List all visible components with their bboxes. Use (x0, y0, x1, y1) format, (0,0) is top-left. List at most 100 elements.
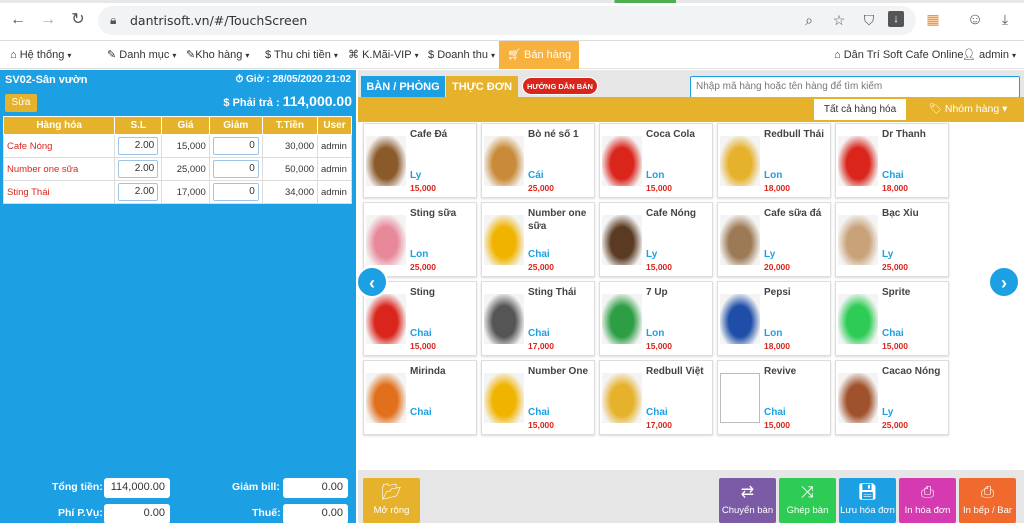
bill-discount-field[interactable]: 0.00 (283, 478, 348, 498)
printer-icon: ⎙ (981, 484, 994, 501)
qty-cell-input[interactable]: 2.00 (118, 183, 159, 201)
tab-tables[interactable]: BÀN / PHÒNG (361, 76, 445, 98)
product-unit: Ly (646, 249, 658, 260)
nav-danh-muc[interactable]: ✎ Danh mục ▾ (107, 41, 176, 69)
service-fee-field[interactable]: 0.00 (104, 504, 170, 524)
line-total-cell: 50,000 (261, 157, 319, 181)
product-image (484, 294, 524, 344)
forward-icon[interactable]: → (38, 10, 58, 30)
nav-doanh-thu[interactable]: $ Doanh thu ▾ (428, 41, 495, 69)
zoom-icon[interactable]: ⌕ (800, 12, 818, 29)
qty-cell[interactable]: 2.00 (114, 180, 163, 204)
discount-cell[interactable]: 0 (208, 180, 263, 204)
product-name: 7 Up (646, 287, 668, 298)
merge-table-button[interactable]: ⤨ Ghép bàn (779, 478, 836, 523)
product-card[interactable]: Sting Thái Chai 17,000 (481, 281, 595, 356)
product-card[interactable]: Cacao Nóng Ly 25,000 (835, 360, 949, 435)
order-row[interactable]: Sting Thái 2.00 17,000 0 34,000 admin (2, 180, 352, 204)
nav-label: Thu chi tiền (273, 49, 331, 61)
discount-cell-input[interactable]: 0 (212, 137, 259, 155)
product-card[interactable]: Sprite Chai 15,000 (835, 281, 949, 356)
product-card[interactable]: Revive Chai 15,000 (717, 360, 831, 435)
next-page-arrow-icon[interactable]: › (988, 266, 1020, 298)
product-image (602, 136, 642, 186)
product-card[interactable]: Bạc Xỉu Ly 25,000 (835, 202, 949, 277)
nav-ban-hang[interactable]: 🛒︎ Bán hàng (499, 41, 580, 69)
qty-cell-input[interactable]: 2.00 (118, 137, 159, 155)
product-card[interactable]: Redbull Việt Chai 17,000 (599, 360, 713, 435)
address-bar[interactable]: 🔒︎ dantrisoft.vn/#/TouchScreen ⌕ ☆ ⛉ ↓ (98, 6, 916, 35)
order-row[interactable]: Cafe Nóng 2.00 15,000 0 30,000 admin (2, 134, 352, 158)
download-ext-icon[interactable]: ↓ (888, 11, 904, 27)
company-name[interactable]: ⌂ Dân Trí Soft Cafe Online (834, 41, 964, 69)
move-table-button[interactable]: ⇄ Chuyển bàn (719, 478, 776, 523)
tax-field[interactable]: 0.00 (283, 504, 348, 524)
product-price: 17,000 (528, 341, 554, 351)
product-card[interactable]: Cafe Đá Ly 15,000 (363, 123, 477, 198)
product-name: Bạc Xỉu (882, 208, 919, 219)
save-order-button[interactable]: 💾︎ Lưu hóa đơn (839, 478, 896, 523)
product-grid: Cafe Đá Ly 15,000 Bò né số 1 Cái 25,000 Coca C… (358, 122, 1024, 470)
guide-badge[interactable]: HƯỚNG DẪN BÁN HÀNG (522, 77, 598, 109)
total-field[interactable]: 114,000.00 (104, 478, 170, 498)
product-image (838, 136, 878, 186)
col-header: Hàng hóa (2, 116, 116, 135)
product-card[interactable]: Dr Thanh Chai 18,000 (835, 123, 949, 198)
discount-cell-input[interactable]: 0 (212, 160, 259, 178)
discount-cell-input[interactable]: 0 (212, 183, 259, 201)
back-icon[interactable]: ← (8, 10, 28, 30)
product-card[interactable]: Number one sữa Chai 25,000 (481, 202, 595, 277)
product-price: 15,000 (646, 262, 672, 272)
expand-label: Mở rộng (373, 505, 410, 516)
amount-due-value: 114,000.00 (282, 93, 352, 109)
col-header: User (317, 116, 352, 135)
extension-icon[interactable]: ▦ (924, 11, 942, 28)
nav-kho-hang[interactable]: ✎Kho hàng ▾ (186, 41, 249, 69)
line-total-cell: 34,000 (261, 180, 319, 204)
product-card[interactable]: Coca Cola Lon 15,000 (599, 123, 713, 198)
col-header: T.Tiền (261, 116, 319, 135)
downloads-icon[interactable]: ⤓ (996, 11, 1014, 28)
lock-icon: 🔒︎ (110, 13, 117, 27)
product-card[interactable]: Cafe sữa đá Ly 20,000 (717, 202, 831, 277)
product-card[interactable]: Mirinda Chai (363, 360, 477, 435)
nav-he-thong[interactable]: ⌂ Hệ thống ▾ (10, 41, 71, 69)
product-card[interactable]: Number One Chai 15,000 (481, 360, 595, 435)
product-card[interactable]: Redbull Thái Lon 18,000 (717, 123, 831, 198)
search-input[interactable]: Nhập mã hàng hoặc tên hàng để tìm kiếm (690, 76, 1020, 98)
product-price: 15,000 (646, 341, 672, 351)
bookmark-star-icon[interactable]: ☆ (830, 12, 848, 29)
printer-icon: ⎙ (921, 484, 934, 501)
order-table: Hàng hóa S.L Giá Giảm T.Tiền User Cafe N… (2, 116, 352, 204)
product-group-dropdown[interactable]: 🏷︎ Nhóm hàng ▾ (918, 99, 1018, 120)
product-card[interactable]: Pepsi Lon 18,000 (717, 281, 831, 356)
product-image (366, 215, 406, 265)
product-card[interactable]: Bò né số 1 Cái 25,000 (481, 123, 595, 198)
profile-icon[interactable]: ☺ (966, 11, 984, 29)
product-image (602, 215, 642, 265)
product-card[interactable]: Sting sữa Lon 25,000 (363, 202, 477, 277)
nav-thu-chi[interactable]: $ Thu chi tiền ▾ (265, 41, 338, 69)
discount-cell[interactable]: 0 (208, 157, 263, 181)
all-products-button[interactable]: Tất cả hàng hóa (814, 99, 906, 120)
product-name: Coca Cola (646, 129, 695, 140)
print-bill-button[interactable]: ⎙ In hóa đơn (899, 478, 956, 523)
prev-page-arrow-icon[interactable]: ‹ (356, 266, 388, 298)
tab-menu[interactable]: THỰC ĐƠN (446, 76, 518, 98)
qty-cell[interactable]: 2.00 (114, 157, 163, 181)
nav-km-vip[interactable]: ⌘ K.Mãi-VIP ▾ (348, 41, 419, 69)
product-card[interactable]: Cafe Nóng Ly 15,000 (599, 202, 713, 277)
discount-cell[interactable]: 0 (208, 134, 263, 158)
shield-icon[interactable]: ⛉ (860, 12, 878, 29)
order-row[interactable]: Number one sữa 2.00 25,000 0 50,000 admin (2, 157, 352, 181)
product-unit: Ly (882, 407, 894, 418)
user-menu[interactable]: 👤︎ admin ▾ (962, 41, 1016, 69)
edit-button[interactable]: Sửa (5, 94, 37, 112)
expand-button[interactable]: 📂︎ Mở rộng (363, 478, 420, 523)
product-card[interactable]: 7 Up Lon 15,000 (599, 281, 713, 356)
print-kitchen-button[interactable]: ⎙ In bếp / Bar (959, 478, 1016, 523)
reload-icon[interactable]: ↻ (68, 10, 88, 30)
qty-cell-input[interactable]: 2.00 (118, 160, 159, 178)
qty-cell[interactable]: 2.00 (114, 134, 163, 158)
product-unit: Lon (410, 249, 429, 260)
